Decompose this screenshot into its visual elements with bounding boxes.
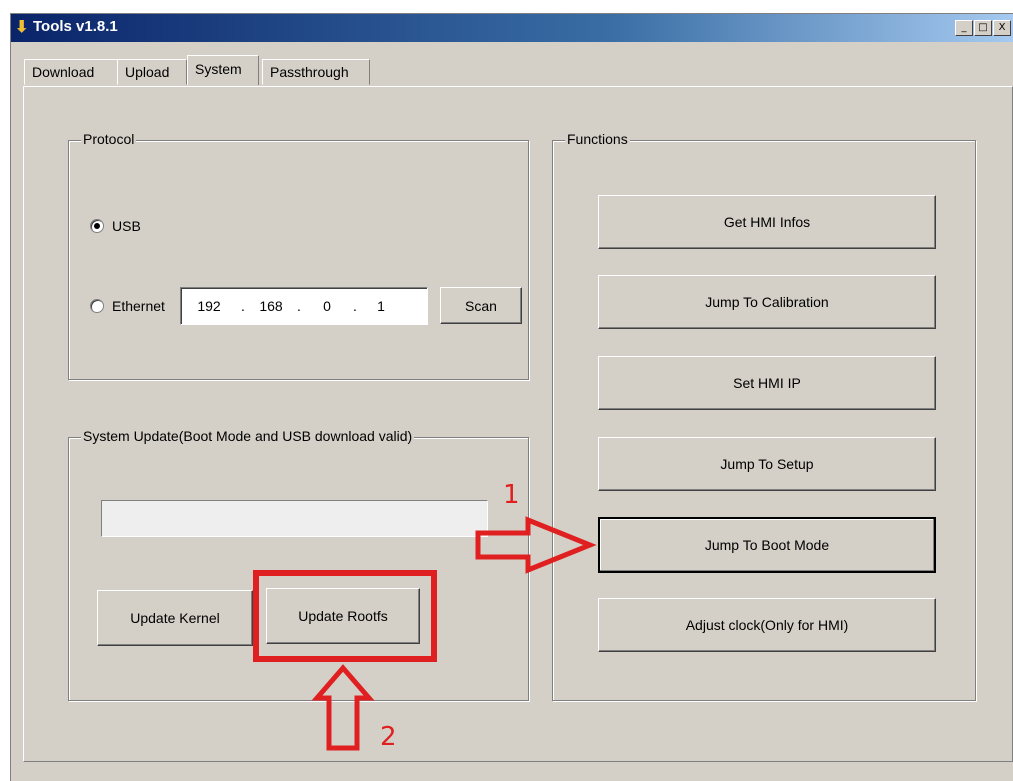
update-rootfs-button[interactable]: Update Rootfs: [266, 588, 420, 644]
ethernet-radio-row[interactable]: Ethernet: [90, 298, 165, 314]
ip-octet-1[interactable]: 192: [181, 298, 237, 314]
maximize-button[interactable]: □: [974, 20, 992, 36]
usb-radio[interactable]: [90, 219, 104, 233]
protocol-group: Protocol: [68, 131, 529, 380]
step-1-label: 1: [503, 480, 520, 510]
functions-legend: Functions: [565, 131, 630, 147]
adjust-clock-button[interactable]: Adjust clock(Only for HMI): [598, 598, 936, 652]
system-update-group: System Update(Boot Mode and USB download…: [68, 428, 529, 701]
scan-button[interactable]: Scan: [440, 287, 522, 324]
ip-octet-4[interactable]: 1: [361, 298, 401, 314]
ip-octet-3[interactable]: 0: [305, 298, 349, 314]
window-title: Tools v1.8.1: [33, 18, 118, 35]
minimize-button[interactable]: _: [955, 20, 973, 36]
get-hmi-infos-button[interactable]: Get HMI Infos: [598, 195, 936, 249]
title-bar[interactable]: ⬇ Tools v1.8.1 _ □ X: [11, 14, 1013, 42]
ip-address-input[interactable]: 192 . 168 . 0 . 1: [180, 287, 428, 325]
update-progress-bar: [101, 500, 488, 537]
tab-passthrough[interactable]: Passthrough: [262, 59, 370, 85]
jump-to-calibration-button[interactable]: Jump To Calibration: [598, 275, 936, 329]
tab-download[interactable]: Download: [24, 59, 118, 85]
set-hmi-ip-button[interactable]: Set HMI IP: [598, 356, 936, 410]
jump-to-boot-mode-button[interactable]: Jump To Boot Mode: [598, 517, 936, 573]
close-button[interactable]: X: [993, 20, 1011, 36]
tab-system[interactable]: System: [187, 55, 259, 85]
jump-to-setup-button[interactable]: Jump To Setup: [598, 437, 936, 491]
usb-label: USB: [112, 218, 141, 234]
protocol-legend: Protocol: [81, 131, 137, 147]
ethernet-radio[interactable]: [90, 299, 104, 313]
tab-upload[interactable]: Upload: [117, 59, 187, 85]
ethernet-label: Ethernet: [112, 298, 165, 314]
ip-octet-2[interactable]: 168: [249, 298, 293, 314]
system-update-legend: System Update(Boot Mode and USB download…: [81, 428, 415, 444]
app-icon: ⬇: [15, 19, 29, 36]
usb-radio-row[interactable]: USB: [90, 218, 141, 234]
update-kernel-button[interactable]: Update Kernel: [97, 590, 253, 646]
step-2-label: 2: [380, 722, 397, 752]
